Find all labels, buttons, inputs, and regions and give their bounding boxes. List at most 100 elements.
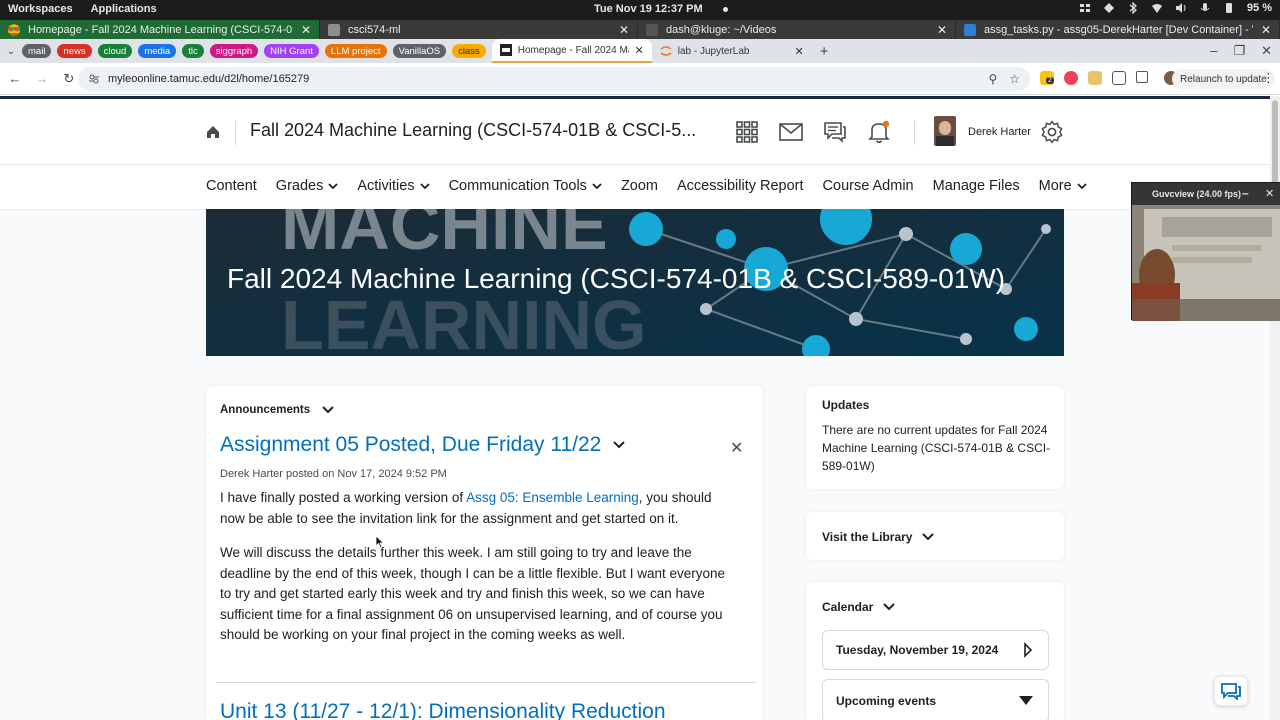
mail-icon[interactable] [769,118,813,146]
nav-manage-files[interactable]: Manage Files [933,178,1020,194]
pocket-icon[interactable] [1064,71,1078,85]
bookmark-star-icon[interactable]: ☆ [1009,72,1020,86]
close-icon[interactable]: ✕ [795,45,804,58]
nav-zoom[interactable]: Zoom [621,178,658,194]
browser-tab-homepage[interactable]: Homepage - Fall 2024 Machi ✕ [491,39,652,63]
extension-notes-icon[interactable]: 2 [1040,71,1054,85]
volume-icon[interactable] [1175,2,1187,14]
d2l-favicon-icon [499,44,512,56]
window-tab-browser[interactable]: Homepage - Fall 2024 Machine Learning (C… [0,20,320,39]
nav-content[interactable]: Content [206,178,257,194]
chevron-down-icon[interactable] [613,440,626,450]
site-info-icon[interactable] [88,73,100,85]
zoom-icon[interactable]: ⚲ [988,72,997,86]
relaunch-to-update-button[interactable]: Relaunch to update [1172,69,1275,89]
calendar-date-selector[interactable]: Tuesday, November 19, 2024 [822,630,1049,670]
extensions-puzzle-icon[interactable] [1112,71,1126,85]
nav-more[interactable]: More [1039,178,1087,194]
course-navbar: Content Grades Activities Communication … [0,166,1270,210]
nav-grades[interactable]: Grades [276,178,339,194]
assignment-link[interactable]: Assg 05: Ensemble Learning [466,490,639,505]
window-tab-strip: Homepage - Fall 2024 Machine Learning (C… [0,20,1280,39]
next-day-arrow-icon[interactable] [1023,642,1033,658]
battery-level: 95 % [1246,2,1272,14]
webcam-feed [1132,205,1280,321]
bluetooth-icon[interactable] [1127,2,1139,14]
minimize-icon[interactable]: – [1210,43,1217,59]
tab-group-mail[interactable]: mail [22,44,52,58]
minimize-icon[interactable]: – [1242,186,1249,200]
browser-tab-jupyterlab[interactable]: lab - JupyterLab ✕ [652,39,812,63]
chevron-down-icon[interactable] [922,532,935,542]
browser-menu-icon[interactable]: ⋮ [1262,70,1275,86]
address-bar[interactable]: myleoonline.tamuc.edu/d2l/home/165279 ⚲ … [78,67,1030,91]
window-tab-vscode[interactable]: assg_tasks.py - assg05-DerekHarter [Dev … [956,20,1280,39]
library-heading[interactable]: Visit the Library [822,530,935,544]
chevron-down-icon[interactable] [322,405,334,415]
workspaces-menu[interactable]: Workspaces [8,3,73,15]
system-datetime: Tue Nov 19 12:37 PM [594,3,703,15]
extension-pen-icon[interactable] [1088,71,1102,85]
tab-search-chevron-icon[interactable]: ⌄ [0,46,22,57]
tab-group-media[interactable]: media [138,44,177,58]
notification-bell-icon[interactable] [857,118,901,146]
announcements-heading[interactable]: Announcements [220,404,334,416]
tab-group-class[interactable]: class [452,44,486,58]
maximize-icon[interactable]: ❐ [1233,43,1245,59]
close-icon[interactable]: ✕ [619,23,629,37]
tray-menu-icon[interactable] [1079,2,1091,14]
window-close-icon[interactable]: ✕ [1261,43,1272,59]
battery-icon[interactable] [1223,2,1235,14]
applications-menu[interactable]: Applications [91,3,157,15]
chat-icon[interactable] [813,118,857,146]
course-title[interactable]: Fall 2024 Machine Learning (CSCI-574-01B… [250,120,696,141]
apps-grid-icon[interactable] [725,118,769,146]
sync-icon[interactable] [1103,2,1115,14]
chevron-down-icon[interactable] [883,602,896,612]
tab-group-vanillaos[interactable]: VanillaOS [392,44,447,58]
browser-toolbar: ← → ↻ myleoonline.tamuc.edu/d2l/home/165… [0,63,1280,95]
announcement-title-link[interactable]: Assignment 05 Posted, Due Friday 11/22 [220,433,626,457]
url-text: myleoonline.tamuc.edu/d2l/home/165279 [108,73,310,85]
forward-arrow-icon[interactable]: → [30,71,54,86]
webcam-preview-window[interactable]: Guvcview (24.00 fps) – ✕ [1131,182,1280,321]
paragraph-text: I have finally posted a working version … [220,490,467,505]
tab-group-nih-grant[interactable]: NIH Grant [264,44,319,58]
chat-support-button[interactable] [1214,676,1248,706]
tab-group-cloud[interactable]: cloud [97,44,133,58]
tab-group-siggraph[interactable]: siggraph [209,44,259,58]
new-tab-plus-icon[interactable]: + [820,43,829,60]
window-tab-csci574[interactable]: csci574-ml ✕ [320,20,638,39]
home-icon[interactable] [205,124,221,140]
announcement-title-link[interactable]: Unit 13 (11/27 - 12/1): Dimensionality R… [220,700,666,720]
tab-group-tlc[interactable]: tlc [182,44,204,58]
close-icon[interactable]: ✕ [301,23,311,37]
webcam-window-titlebar[interactable]: Guvcview (24.00 fps) – ✕ [1132,183,1280,205]
tab-group-llm-project[interactable]: LLM project [324,44,387,58]
calendar-heading[interactable]: Calendar [822,600,896,614]
chevron-down-icon [1077,183,1087,190]
wifi-icon[interactable] [1151,2,1163,14]
close-icon[interactable]: ✕ [937,23,947,37]
dismiss-close-icon[interactable]: ✕ [730,438,743,458]
close-icon[interactable]: ✕ [1265,187,1274,200]
back-arrow-icon[interactable]: ← [3,71,27,86]
settings-gear-icon[interactable] [1040,120,1064,144]
nav-course-admin[interactable]: Course Admin [823,178,914,194]
tab-group-news[interactable]: news [57,44,92,58]
upcoming-events-toggle[interactable]: Upcoming events [822,679,1049,720]
window-tab-terminal[interactable]: dash@kluge: ~/Videos ✕ [638,20,956,39]
webcam-video-frame [1132,205,1280,321]
close-icon[interactable]: ✕ [1261,23,1271,37]
extension-badge: 2 [1046,77,1054,84]
webcam-window-title: Guvcview (24.00 fps) [1152,189,1242,199]
system-clock[interactable]: Tue Nov 19 12:37 PM [594,3,728,15]
microphone-icon[interactable] [1199,2,1211,14]
nav-accessibility-report[interactable]: Accessibility Report [677,178,804,194]
close-icon[interactable]: ✕ [635,44,644,57]
avatar[interactable] [934,116,956,146]
nav-activities[interactable]: Activities [357,178,430,194]
nav-communication-tools[interactable]: Communication Tools [449,178,602,194]
user-name[interactable]: Derek Harter [968,126,1031,138]
side-panel-icon[interactable] [1136,71,1148,83]
